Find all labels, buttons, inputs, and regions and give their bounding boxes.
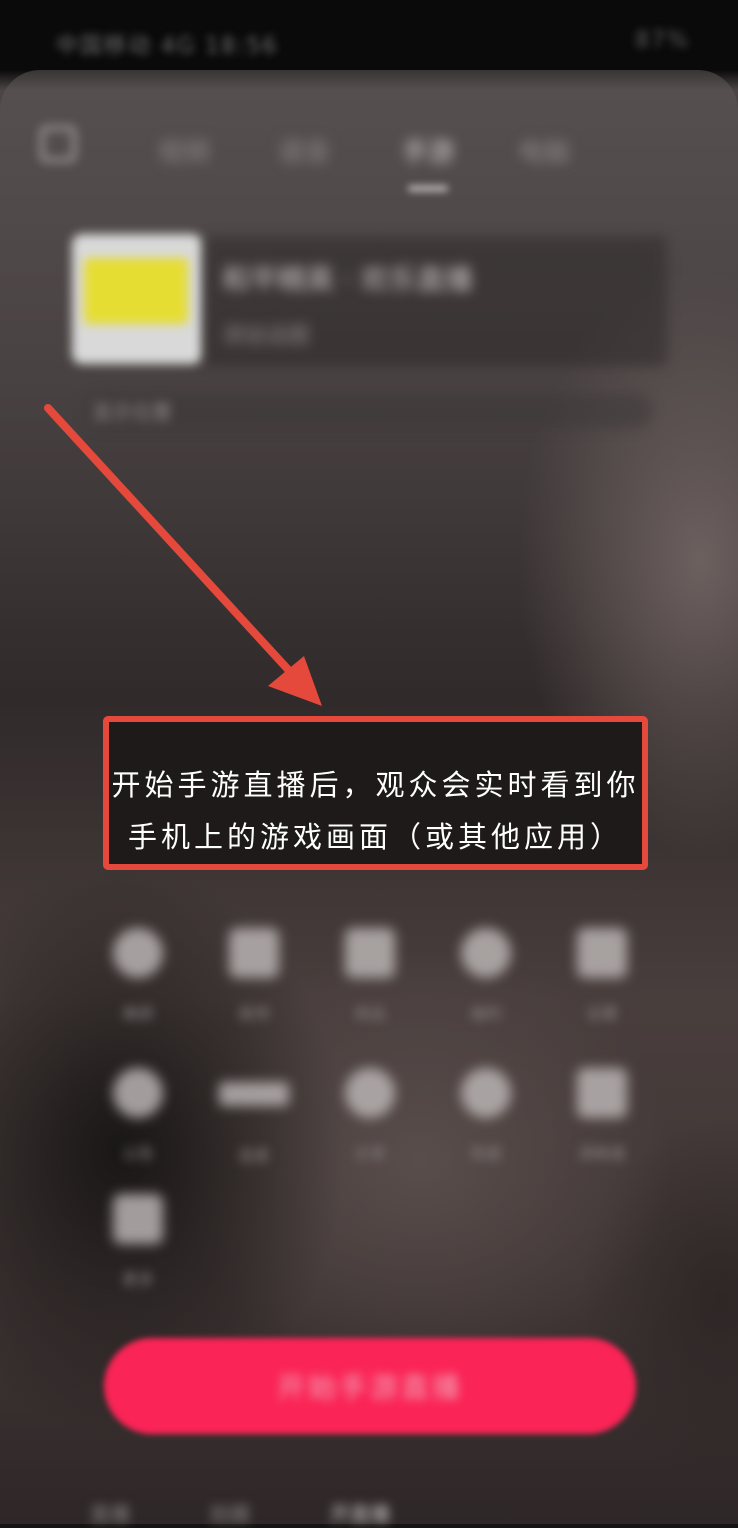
- bottom-tab-shoot[interactable]: 拍摄: [210, 1498, 250, 1527]
- bottom-tab-start-live[interactable]: 开直播: [330, 1498, 390, 1527]
- notice-icon: [113, 1068, 163, 1118]
- tab-voice[interactable]: 语音: [278, 132, 330, 169]
- cart-icon: [345, 928, 395, 978]
- tool-item[interactable]: 设置: [544, 918, 660, 1028]
- more-icon: [113, 1194, 163, 1244]
- tool-item[interactable]: 商品: [312, 918, 428, 1028]
- settings-icon: [577, 928, 627, 978]
- tool-item[interactable]: 福利: [428, 918, 544, 1028]
- active-tab-indicator: [408, 186, 448, 191]
- location-label: 显示位置: [92, 400, 172, 424]
- tab-mobile-game[interactable]: 手游: [402, 132, 454, 169]
- add-topic-link[interactable]: 添加话题: [222, 318, 310, 350]
- callout-box: 开始手游直播后，观众会实时看到你 手机上的游戏画面（或其他应用）: [103, 716, 648, 870]
- status-left-text: 中国移动 4G 18:56: [56, 34, 279, 59]
- face-icon: [113, 928, 163, 978]
- cover-thumbnail[interactable]: [72, 234, 202, 364]
- callout-line-2: 手机上的游戏画面（或其他应用）: [127, 820, 623, 854]
- live-type-tabs: 视频 语音 手游 电脑: [40, 120, 660, 200]
- close-icon[interactable]: [40, 126, 76, 162]
- callout-line-1: 开始手游直播后，观众会实时看到你: [111, 768, 640, 802]
- tool-item[interactable]: 清晰度: [544, 1058, 660, 1168]
- tool-item[interactable]: 热度: [428, 1058, 544, 1168]
- share-icon: [345, 1068, 395, 1118]
- tool-item[interactable]: 公告: [80, 1058, 196, 1168]
- hd-icon: [577, 1068, 627, 1118]
- tool-item[interactable]: 美颜: [80, 918, 196, 1028]
- sticker-icon: [229, 928, 279, 978]
- mic-icon: [219, 1082, 289, 1106]
- gift-icon: [461, 928, 511, 978]
- status-bar: 中国移动 4G 18:56 87%: [0, 0, 738, 80]
- tool-item[interactable]: 更多: [80, 1184, 196, 1294]
- tool-item[interactable]: 装饰: [196, 918, 312, 1028]
- live-title[interactable]: 和平精英 · 欢乐直播: [222, 258, 473, 298]
- bottom-tab-live[interactable]: 直播: [90, 1498, 130, 1527]
- tool-grid: 美颜 装饰 商品 福利 设置 公告 连麦 分享 热度 清晰度 更多: [80, 918, 680, 1289]
- tab-pc[interactable]: 电脑: [518, 132, 570, 169]
- battery-text: 87%: [635, 28, 690, 53]
- tool-item[interactable]: 分享: [312, 1058, 428, 1168]
- tool-item[interactable]: 连麦: [196, 1058, 312, 1168]
- fire-icon: [461, 1068, 511, 1118]
- tab-video[interactable]: 视频: [158, 132, 210, 169]
- start-live-label: 开始手游直播: [276, 1372, 463, 1403]
- start-live-button[interactable]: 开始手游直播: [104, 1338, 636, 1434]
